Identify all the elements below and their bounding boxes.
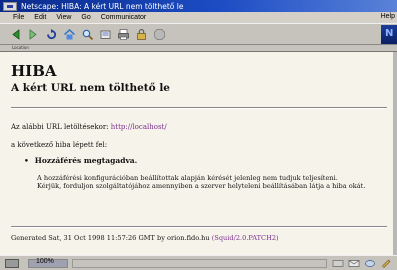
menu-help[interactable]: Help xyxy=(381,13,395,20)
window-menu-icon[interactable] xyxy=(3,1,17,11)
location-bar: Location xyxy=(0,45,397,52)
home-icon[interactable] xyxy=(63,28,76,41)
print-icon[interactable] xyxy=(117,28,130,41)
status-bar: 100% xyxy=(0,255,397,270)
menu-file[interactable]: File xyxy=(13,14,24,21)
composer-icon[interactable] xyxy=(380,259,392,269)
back-icon[interactable] xyxy=(9,28,22,41)
error-item: • Hozzáférés megtagadva. xyxy=(24,156,137,165)
component-bar-icon[interactable] xyxy=(332,259,344,268)
vertical-scrollbar[interactable] xyxy=(393,52,397,255)
browser-window: Netscape: HIBA: A kért URL nem tölthető … xyxy=(0,0,397,270)
netscape-logo-icon[interactable] xyxy=(381,25,397,44)
page-subtitle: A kért URL nem tölthető le xyxy=(11,82,170,94)
error-description-line: Kérjük, forduljon szolgáltatójához amenn… xyxy=(37,182,366,191)
window-title: Netscape: HIBA: A kért URL nem tölthető … xyxy=(21,1,184,11)
error-intro-text: a következő hiba lépett fel: xyxy=(11,141,108,149)
divider xyxy=(11,107,387,109)
url-intro-text: Az alábbi URL letöltésekor: xyxy=(11,123,111,131)
discussion-icon[interactable] xyxy=(364,259,376,268)
menu-view[interactable]: View xyxy=(56,14,71,21)
server-signature: Generated Sat, 31 Oct 1998 11:57:26 GMT … xyxy=(11,234,279,242)
error-title: Hozzáférés megtagadva. xyxy=(34,156,138,165)
squid-version-link[interactable]: (Squid/2.0.PATCH2) xyxy=(212,234,279,242)
footer-text: Generated Sat, 31 Oct 1998 11:57:26 GMT … xyxy=(11,234,212,242)
menu-bar: File Edit View Go Communicator Help xyxy=(0,12,397,23)
navigation-toolbar xyxy=(0,23,397,45)
menu-communicator[interactable]: Communicator xyxy=(101,14,147,21)
forward-icon[interactable] xyxy=(27,28,40,41)
page-content[interactable]: HIBA A kért URL nem tölthető le Az alább… xyxy=(0,52,393,255)
progress-text: 100% xyxy=(36,258,54,265)
error-description: A hozzáférési konfigurációban beállított… xyxy=(37,174,387,191)
menu-go[interactable]: Go xyxy=(81,14,90,21)
mail-icon[interactable] xyxy=(348,259,360,268)
stop-icon[interactable] xyxy=(153,28,166,41)
url-link[interactable]: http://localhost/ xyxy=(111,123,167,131)
connection-status-icon xyxy=(5,259,19,268)
security-icon[interactable] xyxy=(135,28,148,41)
reload-icon[interactable] xyxy=(45,28,58,41)
error-description-line: A hozzáférési konfigurációban beállított… xyxy=(37,174,338,182)
menu-edit[interactable]: Edit xyxy=(34,14,46,21)
title-bar[interactable]: Netscape: HIBA: A kért URL nem tölthető … xyxy=(0,0,397,12)
guide-icon[interactable] xyxy=(99,28,112,41)
location-label: Location xyxy=(12,45,29,50)
bullet-icon: • xyxy=(24,156,29,165)
search-icon[interactable] xyxy=(81,28,94,41)
divider xyxy=(11,226,387,228)
url-line: Az alábbi URL letöltésekor: http://local… xyxy=(11,123,167,131)
page-title: HIBA xyxy=(11,62,57,80)
status-message-field xyxy=(72,259,327,268)
